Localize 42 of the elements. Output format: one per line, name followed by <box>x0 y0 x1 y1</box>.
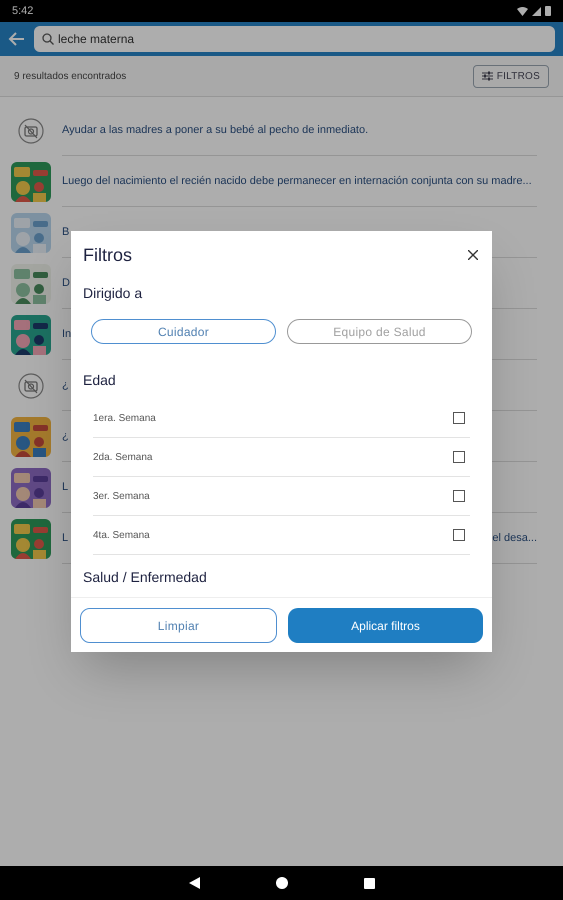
results-count: 9 resultados encontrados <box>14 70 126 84</box>
back-arrow-icon[interactable] <box>8 30 26 48</box>
checkbox[interactable] <box>453 490 465 502</box>
result-title[interactable]: L <box>62 530 68 546</box>
dialog-title: Filtros <box>83 244 132 266</box>
checkbox-label: 1era. Semana <box>93 412 156 426</box>
sliders-icon <box>482 71 493 81</box>
search-field[interactable]: leche materna <box>34 26 555 52</box>
result-title[interactable]: L <box>62 478 68 496</box>
checkbox[interactable] <box>453 412 465 424</box>
result-title[interactable]: Ayudar a las madres a poner a su bebé al pecho de inmediato. <box>62 122 368 138</box>
result-title[interactable]: B <box>62 224 70 240</box>
checkbox-label: 4ta. Semana <box>93 528 150 542</box>
result-title[interactable]: In <box>62 326 72 342</box>
signal-icon <box>532 6 541 16</box>
wifi-icon <box>517 6 528 16</box>
checkbox-label: 2da. Semana <box>93 450 152 464</box>
apply-button[interactable]: Aplicar filtros <box>288 608 483 643</box>
section-title: Edad <box>83 371 117 390</box>
close-icon[interactable] <box>468 250 478 260</box>
back-icon[interactable] <box>188 877 200 889</box>
recents-icon[interactable] <box>364 878 374 888</box>
clear-button[interactable]: Limpiar <box>80 608 277 643</box>
search-icon <box>42 33 54 45</box>
checkbox-label: 3er. Semana <box>93 490 150 504</box>
checkbox[interactable] <box>453 529 465 541</box>
filter-chip[interactable]: Cuidador <box>91 319 276 344</box>
battery-icon <box>545 6 551 16</box>
filter-button[interactable]: FILTROS <box>472 64 549 88</box>
camera-off-icon <box>18 372 44 398</box>
checkbox[interactable] <box>453 451 465 463</box>
clock: 5:42 <box>12 4 34 19</box>
result-title[interactable]: Luego del nacimiento el recién nacido debe permanecer en internación conjunta con su madre... <box>62 172 532 190</box>
home-icon[interactable] <box>276 877 288 889</box>
camera-off-icon <box>18 118 44 144</box>
section-title: Dirigido a <box>83 284 144 303</box>
result-title[interactable]: ¿ <box>62 428 69 444</box>
result-title[interactable]: el desa... <box>492 530 537 546</box>
filter-chip[interactable]: Equipo de Salud <box>287 319 472 344</box>
section-title: Salud / Enfermedad <box>83 568 208 587</box>
result-title[interactable]: ¿ <box>62 376 69 394</box>
result-title[interactable]: D <box>62 274 70 292</box>
